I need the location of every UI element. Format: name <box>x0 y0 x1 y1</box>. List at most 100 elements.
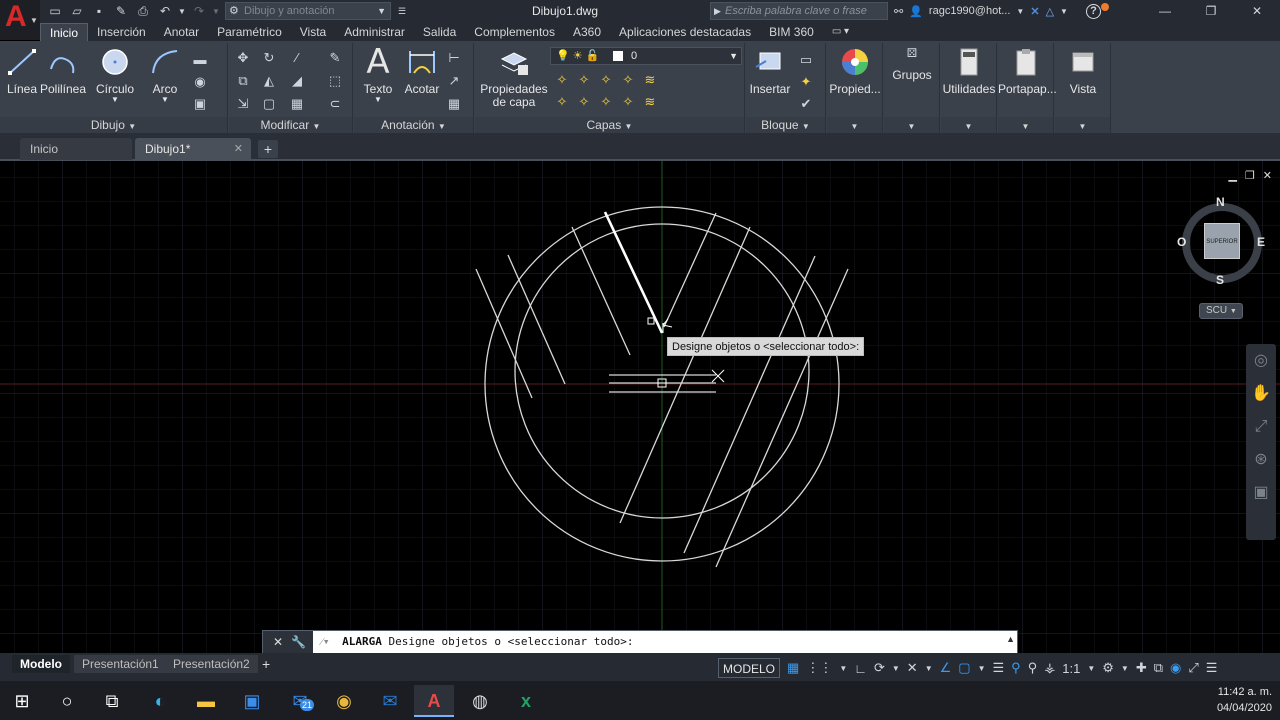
undo-icon[interactable]: ↶ <box>156 3 174 20</box>
tab-complementos[interactable]: Complementos <box>465 23 564 41</box>
system-clock[interactable]: 11:42 a. m. 04/04/2020 <box>1217 684 1272 716</box>
mail-icon[interactable]: ✉21 <box>280 685 320 717</box>
edge-icon[interactable]: ◐ <box>140 685 180 717</box>
steering-wheel-icon[interactable]: ◎ <box>1246 344 1276 377</box>
hatch-icon[interactable]: ◉ <box>190 73 210 90</box>
trim-icon[interactable]: ⁄ <box>287 49 307 66</box>
create-block-icon[interactable]: ▭ <box>796 51 816 68</box>
layer-tool-1-icon[interactable]: ✧ <box>552 71 572 88</box>
offset-icon[interactable]: ⊂ <box>325 95 345 112</box>
layer-tool-4-icon[interactable]: ✧ <box>618 71 638 88</box>
undo-dropdown-icon[interactable]: ▼ <box>178 3 186 20</box>
chrome-icon[interactable]: ◉ <box>324 685 364 717</box>
fullscreen-icon[interactable]: ⤢ <box>1188 660 1198 676</box>
panel-draw-footer[interactable]: Dibujo ▼ <box>0 117 227 133</box>
compass-west[interactable]: O <box>1177 235 1186 249</box>
panel-layers-footer[interactable]: Capas ▼ <box>475 117 744 133</box>
arc-button[interactable]: Arco ▼ <box>146 47 184 104</box>
compass-south[interactable]: S <box>1216 273 1224 287</box>
scale-icon[interactable]: ▢ <box>259 95 279 112</box>
polyline-button[interactable]: Polilínea <box>40 47 86 96</box>
showmotion-icon[interactable]: ▣ <box>1246 476 1276 509</box>
user-icon[interactable]: 👤 <box>909 5 923 18</box>
chevron-down-icon[interactable]: ▼ <box>1060 7 1068 16</box>
layer-tool-9-icon[interactable]: ✧ <box>618 93 638 110</box>
search-input[interactable]: ▶ Escriba palabra clave o frase <box>710 2 888 20</box>
ucs-menu[interactable]: SCU ▼ <box>1199 303 1243 319</box>
groups-button[interactable]: ⚄ Grupos <box>886 47 938 82</box>
region-icon[interactable]: ▣ <box>190 95 210 112</box>
save-as-icon[interactable]: ✎ <box>112 3 130 20</box>
layer-tool-2-icon[interactable]: ✧ <box>574 71 594 88</box>
command-line[interactable]: ✕ 🔧 ⁄▾ ALARGA Designe objetos o <selecci… <box>262 630 1018 654</box>
layer-tool-3-icon[interactable]: ✧ <box>596 71 616 88</box>
rotate-icon[interactable]: ↻ <box>259 49 279 66</box>
layer-tool-8-icon[interactable]: ✧ <box>596 93 616 110</box>
chevron-down-icon[interactable]: ▼ <box>1121 664 1129 673</box>
polar-icon[interactable]: ⟳ <box>874 660 885 676</box>
chevron-down-icon[interactable]: ▼ <box>827 117 882 133</box>
chevron-down-icon[interactable]: ▼ <box>892 664 900 673</box>
layer-tool-5-icon[interactable]: ≋ <box>640 71 660 88</box>
erase-icon[interactable]: ✎ <box>325 49 345 66</box>
close-icon[interactable]: ✕ <box>234 138 243 160</box>
store-icon[interactable]: ▣ <box>232 685 272 717</box>
stretch-icon[interactable]: ⇲ <box>233 95 253 112</box>
tab-insercion[interactable]: Inserción <box>88 23 155 41</box>
open-file-icon[interactable]: ▱ <box>68 3 86 20</box>
tab-parametrico[interactable]: Paramétrico <box>208 23 291 41</box>
properties-button[interactable]: Propied... <box>829 47 881 96</box>
outlook-icon[interactable]: ✉ <box>370 685 410 717</box>
tab-anotar[interactable]: Anotar <box>155 23 208 41</box>
ortho-icon[interactable]: ∟ <box>854 661 867 676</box>
layout-tab-presentation2[interactable]: Presentación2 <box>165 655 258 673</box>
isodraft-icon[interactable]: ✕ <box>907 660 918 676</box>
file-tab-start[interactable]: Inicio <box>20 138 132 160</box>
file-explorer-icon[interactable]: ▬ <box>186 685 226 717</box>
explode-icon[interactable]: ⬚ <box>325 72 345 89</box>
panel-annotation-footer[interactable]: Anotación ▼ <box>354 117 473 133</box>
rectangle-icon[interactable]: ▬ <box>190 51 210 68</box>
panel-block-footer[interactable]: Bloque ▼ <box>746 117 825 133</box>
layer-properties-button[interactable]: Propiedades de capa <box>479 47 549 109</box>
panel-view[interactable]: Vista ▼ <box>1055 43 1111 133</box>
annotation-scale[interactable]: 1:1 <box>1062 661 1080 676</box>
annotation-visibility-icon[interactable]: ⚲ <box>1011 660 1021 676</box>
print-icon[interactable]: ⎙ <box>134 3 152 20</box>
search-icon[interactable]: ○ <box>47 685 87 717</box>
user-name[interactable]: ragc1990@hot... <box>929 5 1011 17</box>
object-snap-icon[interactable]: ▢ <box>958 660 970 676</box>
binoculars-icon[interactable]: ⚯ <box>894 5 903 18</box>
compass-east[interactable]: E <box>1257 235 1265 249</box>
table-icon[interactable]: ▦ <box>444 95 464 112</box>
command-line-text[interactable]: ⁄▾ ALARGA Designe objetos o <seleccionar… <box>321 631 634 653</box>
layer-tool-10-icon[interactable]: ≋ <box>640 93 660 110</box>
close-icon[interactable]: ✕ <box>273 635 283 649</box>
workspace-gear-icon[interactable]: ⚙ <box>1102 660 1114 676</box>
panel-modify-footer[interactable]: Modificar ▼ <box>229 117 352 133</box>
tab-vista[interactable]: Vista <box>291 23 335 41</box>
customize-icon[interactable]: ☰ <box>1206 660 1218 676</box>
help-icon[interactable]: ? <box>1085 3 1101 19</box>
layer-tool-6-icon[interactable]: ✧ <box>552 93 572 110</box>
chevron-down-icon[interactable]: ▼ <box>839 664 847 673</box>
fillet-icon[interactable]: ◢ <box>287 72 307 89</box>
save-icon[interactable]: ▪ <box>90 3 108 20</box>
wrench-icon[interactable]: 🔧 <box>291 635 306 649</box>
panel-properties[interactable]: Propied... ▼ <box>827 43 883 133</box>
object-snap-tracking-icon[interactable]: ∠ <box>940 660 952 676</box>
ribbon-options-icon[interactable]: ▭ ▾ <box>823 23 858 41</box>
chevron-down-icon[interactable]: ▼ <box>1055 117 1110 133</box>
tab-salida[interactable]: Salida <box>414 23 465 41</box>
new-tab-button[interactable]: + <box>258 140 278 158</box>
panel-utilities[interactable]: Utilidades ▼ <box>941 43 997 133</box>
autocad-menu-button[interactable]: A ▼ <box>0 0 40 40</box>
insert-button[interactable]: Insertar <box>748 47 792 96</box>
minimize-icon[interactable]: — <box>1142 0 1188 23</box>
chevron-down-icon[interactable]: ▼ <box>925 664 933 673</box>
utilities-button[interactable]: Utilidades <box>941 47 997 96</box>
minimize-icon[interactable]: ▁ <box>1228 169 1236 182</box>
chevron-down-icon[interactable]: ▼ <box>1016 7 1024 16</box>
excel-icon[interactable]: x <box>506 685 546 717</box>
units-icon[interactable]: ⧉ <box>1154 660 1163 676</box>
